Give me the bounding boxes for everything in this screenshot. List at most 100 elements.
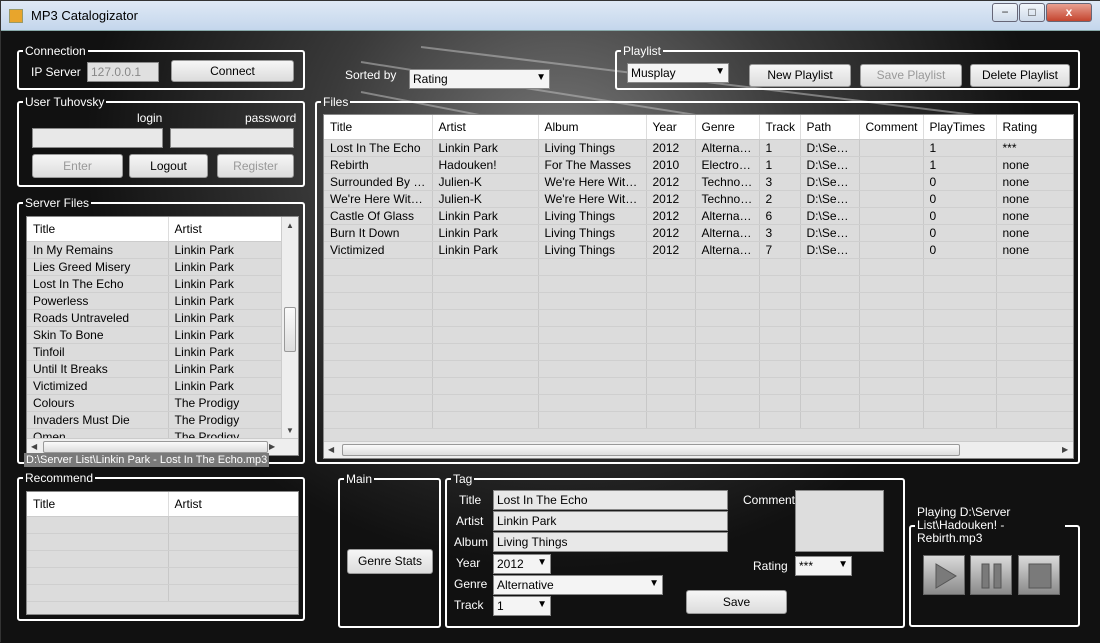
tag-genre-select[interactable]: Alternative ▼ — [493, 575, 663, 595]
scroll-thumb[interactable] — [342, 444, 960, 456]
table-row[interactable]: Rebirth Hadouken! For The Masses 2010 Electr… — [324, 156, 1073, 174]
table-row[interactable]: Until It Breaks Linkin Park — [27, 360, 284, 378]
files-column-header[interactable]: Track — [759, 115, 801, 140]
files-column-header[interactable]: Album — [538, 115, 647, 140]
close-button[interactable]: x — [1046, 3, 1092, 22]
table-cell: Tinfoil — [27, 343, 169, 361]
register-button[interactable]: Register — [217, 154, 294, 178]
password-input[interactable] — [170, 128, 294, 148]
table-row[interactable]: Lost In The Echo Linkin Park Living Things… — [324, 139, 1073, 157]
server-files-vscroll[interactable]: ▲ ▼ — [281, 217, 298, 439]
table-cell: Electronic — [695, 156, 760, 174]
pause-button[interactable] — [970, 555, 1012, 595]
table-cell: Living Things — [538, 241, 647, 259]
table-row[interactable]: Colours The Prodigy — [27, 394, 284, 412]
table-cell — [759, 309, 801, 327]
files-column-header[interactable]: PlayTimes — [923, 115, 997, 140]
table-cell: Technol... — [695, 173, 760, 191]
play-button[interactable] — [923, 555, 965, 595]
table-row[interactable]: Victimized Linkin Park — [27, 377, 284, 395]
table-row[interactable] — [27, 550, 298, 568]
files-hscroll[interactable]: ◀ ▶ — [324, 441, 1073, 458]
files-column-header[interactable]: Genre — [695, 115, 760, 140]
new-playlist-button[interactable]: New Playlist — [749, 64, 851, 87]
table-row[interactable]: Lies Greed Misery Linkin Park — [27, 258, 284, 276]
table-cell — [538, 292, 647, 310]
scroll-thumb[interactable] — [284, 307, 296, 352]
save-playlist-button[interactable]: Save Playlist — [860, 64, 962, 87]
table-cell — [324, 411, 433, 429]
table-row[interactable] — [27, 584, 298, 602]
table-cell: 1 — [759, 156, 801, 174]
scroll-up-icon[interactable]: ▲ — [286, 221, 294, 230]
tag-year-select[interactable]: 2012 ▼ — [493, 554, 551, 574]
table-row[interactable]: We're Here With Y... Julien-K We're Here W… — [324, 190, 1073, 208]
tag-rating-select[interactable]: *** ▼ — [795, 556, 852, 576]
playlist-select[interactable]: Musplay ▼ — [627, 63, 729, 83]
server-files-col-title[interactable]: Title — [27, 217, 169, 242]
scroll-right-icon[interactable]: ▶ — [269, 442, 275, 451]
table-row[interactable]: Castle Of Glass Linkin Park Living Things 2… — [324, 207, 1073, 225]
connect-button[interactable]: Connect — [171, 60, 294, 82]
scroll-left-icon[interactable]: ◀ — [31, 442, 37, 451]
files-column-header[interactable]: Path — [800, 115, 860, 140]
recommend-col-artist[interactable]: Artist — [168, 492, 298, 517]
table-row[interactable]: Burn It Down Linkin Park Living Things 2012… — [324, 224, 1073, 242]
tag-track-select[interactable]: 1 ▼ — [493, 596, 551, 616]
tag-save-button[interactable]: Save — [686, 590, 787, 614]
scroll-down-icon[interactable]: ▼ — [286, 426, 294, 435]
files-column-header[interactable]: Year — [646, 115, 696, 140]
table-row[interactable]: Surrounded By Co... Julien-K We're Here Wi… — [324, 173, 1073, 191]
table-row[interactable]: Lost In The Echo Linkin Park — [27, 275, 284, 293]
table-row[interactable] — [27, 567, 298, 585]
table-cell — [800, 292, 860, 310]
maximize-button[interactable]: □ — [1019, 3, 1045, 22]
scroll-thumb[interactable] — [43, 441, 268, 453]
login-input[interactable] — [32, 128, 163, 148]
table-cell — [432, 275, 539, 293]
genre-stats-button[interactable]: Genre Stats — [347, 549, 433, 574]
table-row[interactable]: Tinfoil Linkin Park — [27, 343, 284, 361]
table-cell — [27, 516, 169, 534]
table-row[interactable] — [27, 533, 298, 551]
table-cell: Technol... — [695, 190, 760, 208]
files-grid[interactable]: Title Artist Album Year Genre Track Path Commen… — [323, 114, 1074, 459]
files-column-header[interactable]: Rating — [996, 115, 1073, 140]
table-cell — [759, 377, 801, 395]
chevron-down-icon: ▼ — [715, 66, 725, 77]
files-column-header[interactable]: Title — [324, 115, 433, 140]
tag-comment-input[interactable] — [795, 490, 884, 552]
files-column-header[interactable]: Artist — [432, 115, 539, 140]
table-row[interactable]: Skin To Bone Linkin Park — [27, 326, 284, 344]
table-cell — [996, 360, 1073, 378]
table-row[interactable] — [27, 516, 298, 534]
recommend-col-title[interactable]: Title — [27, 492, 169, 517]
scroll-right-icon[interactable]: ▶ — [1062, 445, 1068, 454]
table-row[interactable]: Victimized Linkin Park Living Things 2012 Al… — [324, 241, 1073, 259]
tag-title-input[interactable]: Lost In The Echo — [493, 490, 728, 510]
table-row[interactable]: In My Remains Linkin Park — [27, 241, 284, 259]
table-row[interactable]: Powerless Linkin Park — [27, 292, 284, 310]
table-cell — [432, 326, 539, 344]
delete-playlist-button[interactable]: Delete Playlist — [970, 64, 1070, 87]
table-row[interactable]: Roads Untraveled Linkin Park — [27, 309, 284, 327]
table-cell — [695, 411, 760, 429]
ip-server-input[interactable]: 127.0.0.1 — [87, 62, 159, 82]
server-files-col-artist[interactable]: Artist — [168, 217, 284, 242]
enter-button[interactable]: Enter — [32, 154, 123, 178]
files-column-header[interactable]: Comment — [859, 115, 924, 140]
tag-album-input[interactable]: Living Things — [493, 532, 728, 552]
table-cell: D:\Serv... — [800, 173, 860, 191]
minimize-button[interactable]: − — [992, 3, 1018, 22]
table-row[interactable]: Invaders Must Die The Prodigy — [27, 411, 284, 429]
logout-button[interactable]: Logout — [129, 154, 208, 178]
recommend-grid[interactable]: Title Artist — [26, 491, 299, 615]
scroll-left-icon[interactable]: ◀ — [328, 445, 334, 454]
tag-artist-input[interactable]: Linkin Park — [493, 511, 728, 531]
tag-genre-label: Genre — [454, 577, 488, 591]
table-cell — [538, 258, 647, 276]
table-cell: 0 — [923, 173, 997, 191]
stop-button[interactable] — [1018, 555, 1060, 595]
server-files-grid[interactable]: Title Artist In My Remains Linkin Park Lie… — [26, 216, 299, 456]
sorted-by-select[interactable]: Rating ▼ — [409, 69, 550, 89]
